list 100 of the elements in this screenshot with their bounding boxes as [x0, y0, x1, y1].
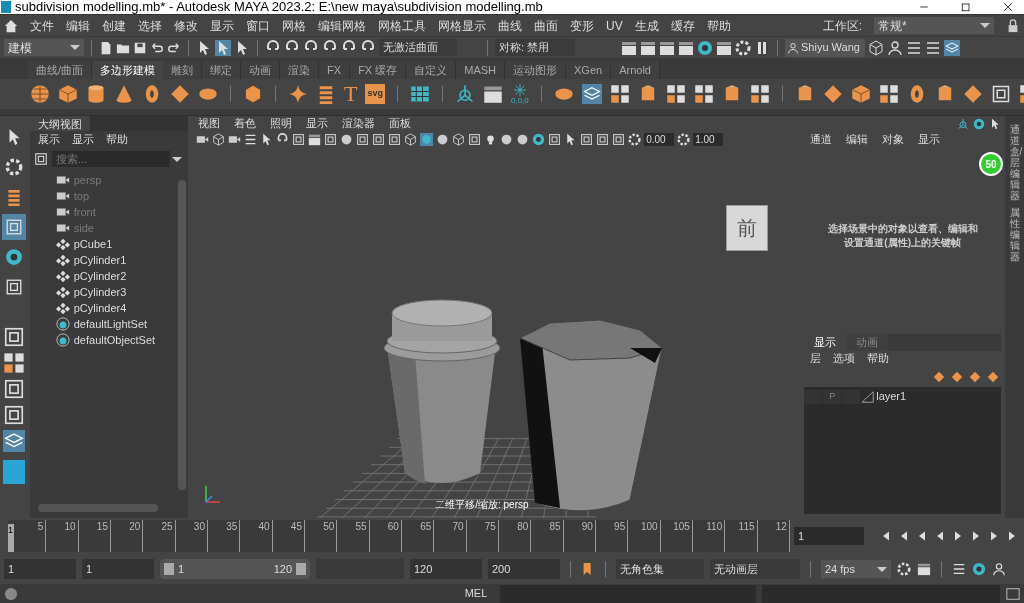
cube-icon[interactable] — [212, 132, 226, 146]
set-icon[interactable] — [55, 333, 70, 347]
menu-item[interactable]: 对象 — [882, 130, 905, 148]
outliner-title-tab[interactable]: 大纲视图 — [29, 116, 90, 131]
clapper-icon[interactable] — [482, 84, 503, 104]
shelf-tab[interactable]: 渲染 — [280, 61, 320, 79]
menu-item[interactable]: 渲染器 — [342, 114, 376, 132]
diamond-icon[interactable] — [170, 84, 190, 104]
menu-item[interactable]: 编辑 — [846, 130, 869, 148]
menu-item[interactable]: 曲面 — [534, 16, 558, 35]
menu-item[interactable]: 文件 — [30, 16, 54, 35]
cylinder-icon[interactable] — [86, 84, 106, 104]
shelf-tab[interactable]: Arnold — [611, 61, 660, 79]
menu-item[interactable]: 修改 — [174, 16, 198, 35]
menu-item[interactable]: UV — [606, 16, 623, 35]
menu-item[interactable]: 通道 — [810, 130, 833, 148]
menu-item[interactable]: 显示 — [210, 16, 234, 35]
outliner-item[interactable]: pCylinder2 — [73, 267, 127, 285]
cube-icon[interactable] — [868, 39, 884, 56]
outliner-item[interactable]: pCylinder1 — [73, 251, 127, 269]
ring-icon[interactable] — [532, 132, 546, 146]
squares-icon[interactable] — [580, 132, 594, 146]
mesh-icon[interactable] — [55, 285, 70, 299]
command-language-label[interactable]: MEL — [458, 585, 494, 602]
user-account-button[interactable]: Shiyu Wang — [785, 38, 865, 57]
blocks-icon[interactable] — [878, 84, 899, 104]
squares-icon[interactable] — [292, 132, 306, 146]
menu-item[interactable]: 显示 — [71, 131, 94, 148]
anim-layer-dropdown[interactable]: 无动画层 — [710, 559, 800, 579]
shelf-tab[interactable]: 自定义 — [406, 61, 457, 79]
undo-icon[interactable] — [150, 40, 164, 55]
ring-icon[interactable] — [697, 39, 713, 56]
shelf-tab[interactable]: 多边形建模 — [92, 61, 164, 79]
save-icon[interactable] — [133, 40, 147, 55]
sphere-icon[interactable] — [340, 132, 354, 146]
menu-item[interactable]: 帮助 — [867, 350, 890, 367]
menu-item[interactable]: 网格工具 — [378, 16, 426, 35]
sphere-icon[interactable] — [436, 132, 450, 146]
menu-item[interactable]: 选择 — [138, 16, 162, 35]
shelf-tab[interactable]: 运动图形 — [505, 61, 567, 79]
diamond-icon[interactable] — [822, 84, 843, 104]
sphere-icon[interactable] — [500, 132, 514, 146]
squares-icon[interactable] — [388, 132, 402, 146]
menu-item[interactable]: 面板 — [389, 114, 412, 132]
table-icon[interactable] — [409, 84, 430, 104]
shelf-tab[interactable]: 雕刻 — [163, 61, 203, 79]
menu-item[interactable]: 编辑 — [66, 16, 90, 35]
lines-icon[interactable] — [925, 39, 941, 56]
cube-icon[interactable] — [420, 132, 434, 146]
outliner-item[interactable]: pCylinder4 — [73, 299, 127, 317]
aperture-icon[interactable] — [677, 132, 691, 146]
current-frame-field[interactable]: 1 — [794, 527, 864, 545]
sphere-icon[interactable] — [30, 84, 50, 104]
symmetry-field[interactable]: 对称: 禁用 — [495, 39, 575, 56]
sphere-icon[interactable] — [516, 132, 530, 146]
menu-item[interactable]: 网格 — [282, 16, 306, 35]
exposure-field[interactable]: 0.00 — [644, 132, 675, 146]
mode-dropdown[interactable]: 建模 — [4, 39, 84, 56]
outliner-item[interactable]: defaultObjectSet — [73, 331, 156, 349]
outliner-item[interactable]: pCube1 — [73, 235, 113, 253]
polyhedron-icon[interactable] — [243, 84, 263, 104]
template-toggle[interactable] — [842, 389, 861, 404]
lock-icon[interactable] — [1006, 18, 1020, 33]
menu-item[interactable]: 创建 — [102, 16, 126, 35]
menu-item[interactable]: 生成 — [634, 16, 659, 35]
clapper-icon[interactable] — [640, 39, 656, 56]
diamond-icon[interactable] — [962, 84, 983, 104]
squares-icon[interactable] — [990, 84, 1011, 104]
menu-item[interactable]: 帮助 — [706, 16, 731, 35]
menu-item[interactable]: 缓存 — [670, 16, 695, 35]
clapper-icon[interactable] — [308, 132, 322, 146]
clapper-icon[interactable] — [917, 562, 931, 576]
character-set-dropdown[interactable]: 无角色集 — [616, 559, 704, 579]
blocks-icon[interactable] — [693, 84, 714, 104]
workspace-dropdown[interactable]: 常规* — [874, 17, 994, 34]
mesh-icon[interactable] — [55, 269, 70, 283]
menu-item[interactable]: 窗口 — [246, 16, 270, 35]
person-icon[interactable] — [787, 41, 799, 54]
squares-icon[interactable] — [548, 132, 562, 146]
cube-icon[interactable] — [58, 84, 78, 104]
outliner-item[interactable]: pCylinder3 — [73, 283, 127, 301]
anim-start-field[interactable]: 1 — [4, 559, 76, 579]
mesh-icon[interactable] — [55, 253, 70, 267]
aperture-icon[interactable] — [628, 132, 642, 146]
lines-icon[interactable] — [906, 39, 922, 56]
shelf-tab[interactable]: 曲线/曲面 — [28, 61, 93, 79]
menu-item[interactable]: 变形 — [570, 16, 594, 35]
layer-tab[interactable]: 显示 — [804, 334, 847, 351]
shelf-tab[interactable]: XGen — [566, 61, 612, 79]
end-field[interactable]: 120 — [410, 559, 482, 579]
squares-icon[interactable] — [356, 132, 370, 146]
menu-item[interactable]: 显示 — [918, 130, 941, 148]
menu-item[interactable]: 照明 — [270, 114, 293, 132]
clapper-icon[interactable] — [716, 39, 732, 56]
start-field[interactable]: 1 — [82, 559, 154, 579]
set-icon[interactable] — [55, 317, 70, 331]
clapper-icon[interactable] — [659, 39, 675, 56]
clapper-icon[interactable] — [621, 39, 637, 56]
cube-icon[interactable] — [850, 84, 871, 104]
snowflake-icon[interactable] — [512, 83, 527, 97]
